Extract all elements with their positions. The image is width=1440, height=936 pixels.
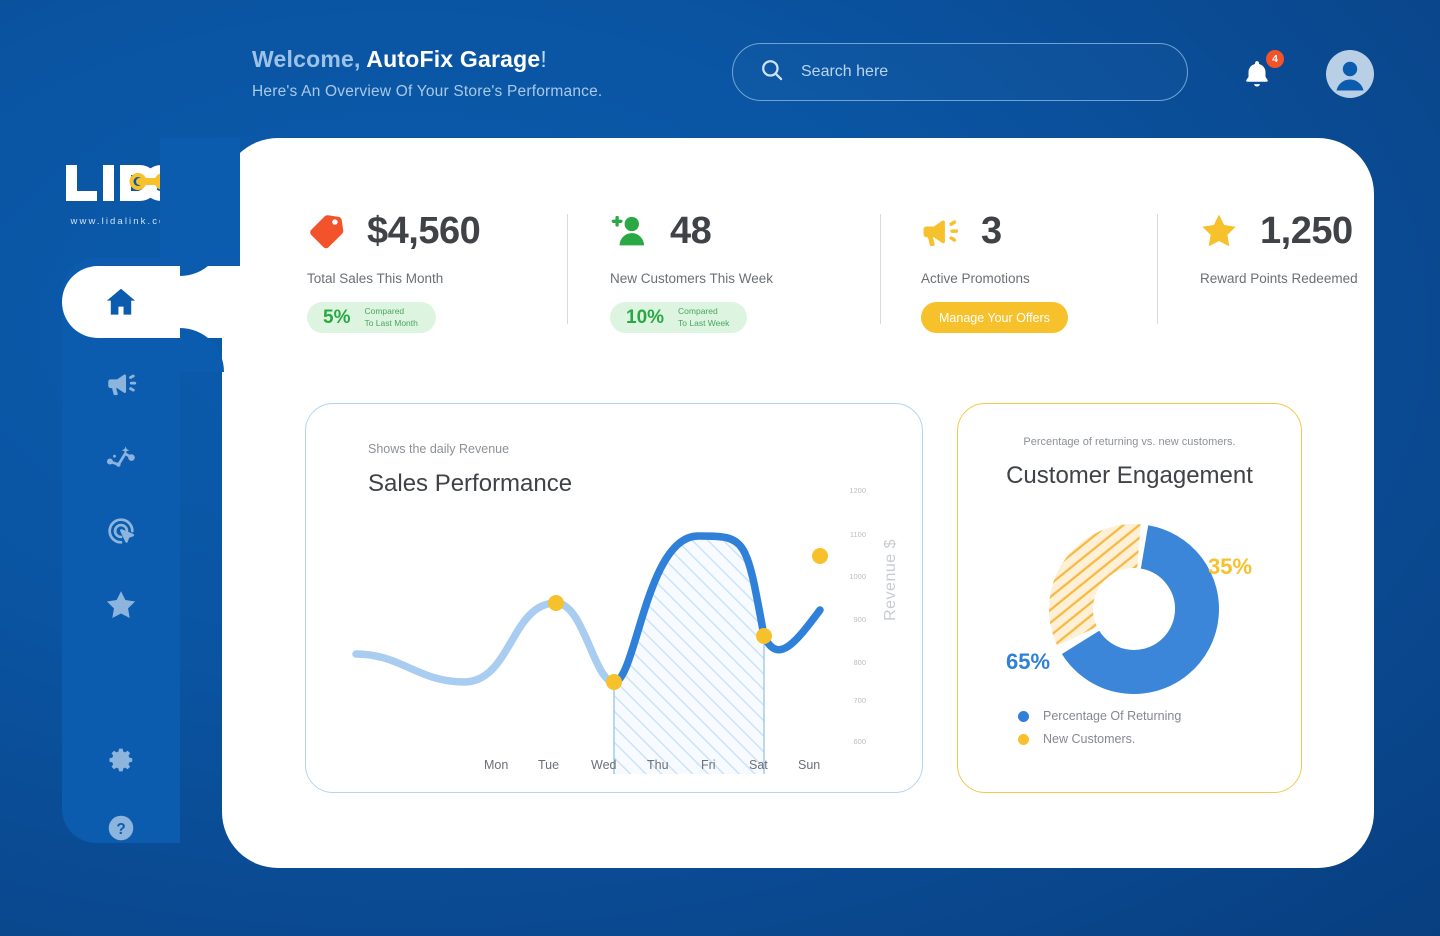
kpi-new-customers-top: 48 <box>608 210 712 252</box>
app-header: Welcome, AutoFix Garage! Here's An Overv… <box>0 0 1440 135</box>
sales-xtick-mon: Mon <box>484 758 509 772</box>
welcome-suffix: ! <box>540 46 547 72</box>
engagement-legend: Percentage Of Returning New Customers. <box>1018 709 1181 755</box>
megaphone-icon <box>108 374 137 396</box>
add-user-icon <box>611 215 645 246</box>
sidebar-item-promotions[interactable] <box>62 346 180 420</box>
kpi-reward-points-top: 1,250 <box>1198 210 1353 252</box>
kpi-total-sales-label: Total Sales This Month <box>307 271 444 286</box>
engagement-donut-chart <box>1049 524 1219 694</box>
kpi-divider-3 <box>1157 214 1158 324</box>
avatar[interactable] <box>1326 50 1374 98</box>
kpi-new-customers: 48 New Customers This Week 10% Compared … <box>608 210 848 333</box>
sales-xtick-sun: Sun <box>798 758 821 772</box>
sidebar-item-rewards[interactable] <box>62 568 180 642</box>
kpi-divider-2 <box>880 214 881 324</box>
price-tag-icon <box>310 215 344 249</box>
kpi-total-sales-top: $4,560 <box>305 210 481 252</box>
donut-label-new: 35% <box>1208 554 1253 579</box>
kpi-new-customers-value: 48 <box>670 210 712 252</box>
customer-engagement-header: Percentage of returning vs. new customer… <box>958 436 1301 490</box>
manage-offers-button[interactable]: Manage Your Offers <box>921 302 1068 333</box>
sidebar-item-help[interactable]: ? <box>62 794 180 862</box>
kpi-total-sales-value: $4,560 <box>367 210 481 252</box>
customer-engagement-title: Customer Engagement <box>1006 462 1253 489</box>
sales-point-sat[interactable] <box>756 628 772 644</box>
welcome-prefix: Welcome, <box>252 46 367 72</box>
legend-dot-new <box>1018 733 1029 745</box>
notification-badge: 4 <box>1266 50 1284 68</box>
sales-xtick-thu: Thu <box>647 758 669 772</box>
kpi-divider-1 <box>567 214 568 324</box>
kpi-active-promotions: 3 Active Promotions Manage Your Offers <box>919 210 1129 333</box>
target-cursor-icon <box>108 518 135 544</box>
sales-point-wed[interactable] <box>606 674 622 690</box>
sales-point-sun[interactable] <box>812 548 828 564</box>
sales-xtick-tue: Tue <box>538 758 560 772</box>
kpi-compare-line2: To Last Week <box>678 317 730 328</box>
welcome-block: Welcome, AutoFix Garage! Here's An Overv… <box>252 46 602 101</box>
sales-xtick-sat: Sat <box>749 758 768 772</box>
kpi-total-sales-compare: Compared To Last Month <box>364 306 417 329</box>
star-icon <box>106 591 136 619</box>
sidebar-item-targeting[interactable] <box>62 494 180 568</box>
kpi-total-sales: $4,560 Total Sales This Month 5% Compare… <box>305 210 531 333</box>
home-icon <box>106 288 136 315</box>
welcome-subtitle: Here's An Overview Of Your Store's Perfo… <box>252 83 603 100</box>
kpi-compare-line2: To Last Month <box>364 317 418 328</box>
search-icon <box>759 57 785 88</box>
search-input[interactable]: Search here <box>801 63 888 81</box>
donut-label-returning: 65% <box>1006 649 1051 674</box>
customer-engagement-subtitle: Percentage of returning vs. new customer… <box>1023 436 1236 448</box>
kpi-new-customers-label: New Customers This Week <box>610 271 774 286</box>
gear-icon <box>109 748 133 772</box>
star-icon <box>1202 214 1236 247</box>
sales-line-muted <box>352 599 618 686</box>
kpi-active-promotions-top: 3 <box>919 210 1002 252</box>
kpi-total-sales-pct: 5% <box>323 306 351 328</box>
notification-button[interactable]: 4 <box>1238 50 1284 98</box>
kpi-compare-line1: Compared <box>364 306 405 317</box>
megaphone-icon <box>923 220 959 247</box>
analytics-icon <box>106 446 135 467</box>
kpi-active-promotions-label: Active Promotions <box>921 271 1030 286</box>
kpi-compare-line1: Compared <box>678 306 718 317</box>
store-name: AutoFix Garage <box>366 46 541 72</box>
legend-label-returning: Percentage Of Returning <box>1043 709 1182 723</box>
welcome-title: Welcome, AutoFix Garage! <box>252 46 602 73</box>
svg-text:?: ? <box>116 821 125 838</box>
legend-item-new: New Customers. <box>1018 732 1181 746</box>
sales-highlight-area <box>614 536 764 774</box>
legend-dot-returning <box>1018 710 1029 722</box>
kpi-reward-points: 1,250 Reward Points Redeemed <box>1198 210 1358 286</box>
customer-engagement-card: Percentage of returning vs. new customer… <box>957 403 1302 793</box>
sidebar-item-home[interactable] <box>62 258 180 346</box>
kpi-active-promotions-value: 3 <box>981 210 1002 252</box>
sidebar-item-settings[interactable] <box>62 726 180 794</box>
sidebar-nav <box>62 258 180 642</box>
kpi-total-sales-badge: 5% Compared To Last Month <box>307 302 436 333</box>
kpi-new-customers-badge: 10% Compared To Last Week <box>610 302 748 333</box>
kpi-new-customers-compare: Compared To Last Week <box>678 306 729 329</box>
kpi-row: $4,560 Total Sales This Month 5% Compare… <box>222 138 1374 368</box>
sidebar-bottom-nav: ? <box>62 726 180 862</box>
search-bar[interactable]: Search here <box>732 43 1188 101</box>
kpi-reward-points-value: 1,250 <box>1260 210 1353 252</box>
legend-item-returning: Percentage Of Returning <box>1018 709 1181 723</box>
kpi-reward-points-label: Reward Points Redeemed <box>1200 271 1358 286</box>
kpi-new-customers-pct: 10% <box>626 306 665 328</box>
help-circle-icon: ? <box>108 815 134 841</box>
legend-label-new: New Customers. <box>1043 732 1136 746</box>
sales-performance-plot <box>352 532 828 774</box>
sales-xtick-wed: Wed <box>591 758 617 772</box>
sales-point-tue[interactable] <box>548 595 564 611</box>
sales-xtick-fri: Fri <box>701 758 716 772</box>
sidebar-item-analytics[interactable] <box>62 420 180 494</box>
sales-performance-card: Shows the daily Revenue Sales Performanc… <box>305 403 923 793</box>
